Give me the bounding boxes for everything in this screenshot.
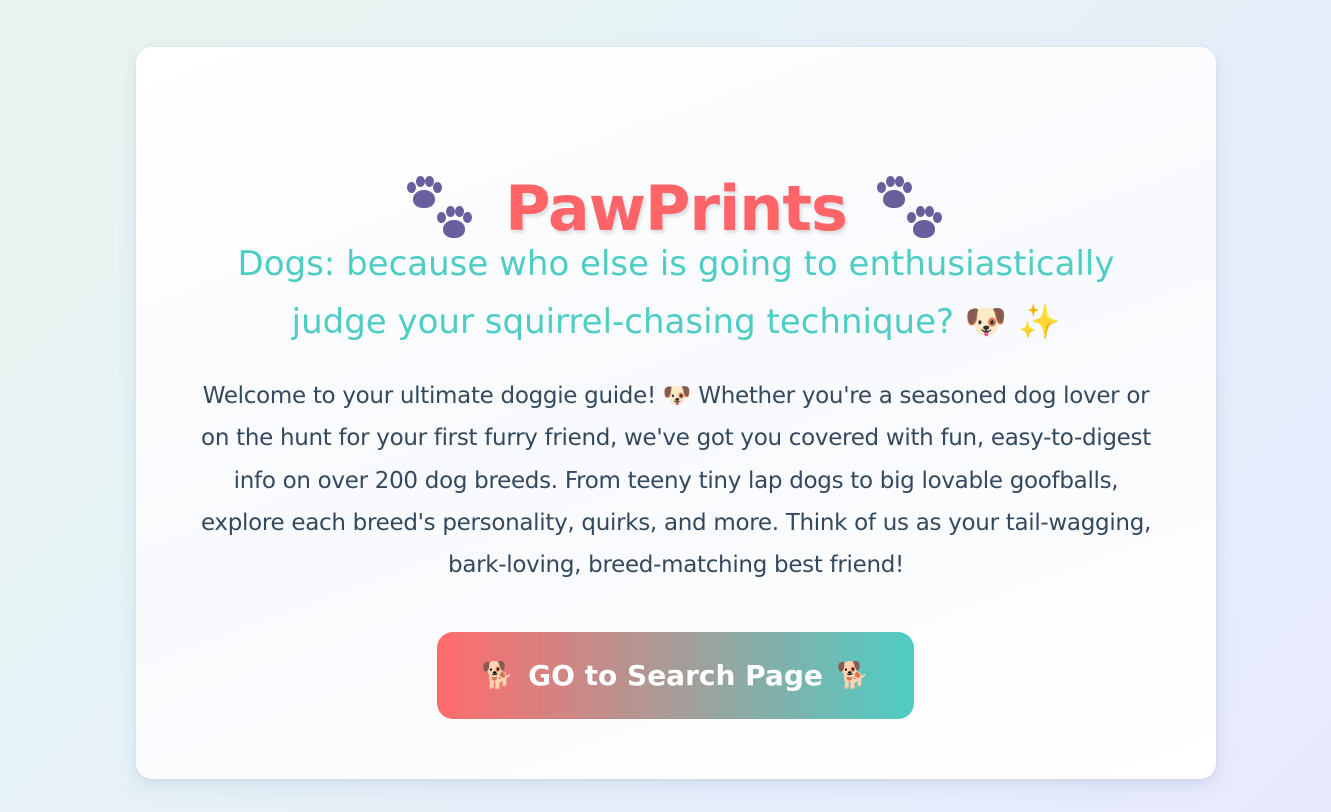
page-title: PawPrints [505,172,848,245]
welcome-card: PawPrints Dogs: because who else is goin… [136,47,1216,779]
dog-face-icon: 🐶 [964,302,1008,342]
sparkles-icon: ✨ [1018,302,1061,342]
intro-description: Welcome to your ultimate doggie guide! 🐶… [198,375,1154,586]
intro-text-start: Welcome to your ultimate doggie guide! [202,383,656,409]
dog-icon: 🐕 [481,660,515,691]
paw-prints-icon [875,176,947,242]
go-to-search-button[interactable]: 🐕 GO to Search Page 🐕 [437,632,914,719]
tagline: Dogs: because who else is going to enthu… [196,235,1156,351]
intro-text-rest: Whether you're a seasoned dog lover or o… [200,383,1152,579]
dog-icon: 🐕 [836,660,870,691]
dog-face-icon: 🐶 [662,383,692,409]
go-to-search-label: GO to Search Page [528,659,823,692]
paw-prints-icon [405,176,477,242]
